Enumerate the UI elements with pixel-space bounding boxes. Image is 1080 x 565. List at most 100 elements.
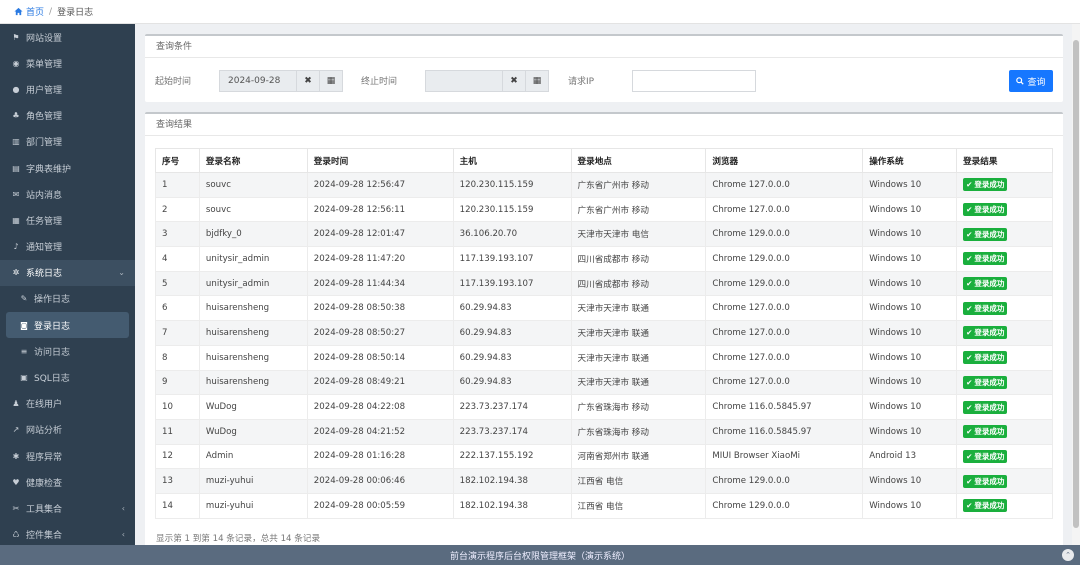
start-time-input[interactable]: 2024-09-28 (220, 76, 296, 86)
table-cell: Windows 10 (862, 344, 958, 371)
table-cell: Windows 10 (862, 394, 958, 420)
table-cell: 四川省成都市 移动 (570, 270, 707, 297)
table-cell: ✔ 登录成功 (956, 492, 1053, 519)
clear-start-icon[interactable]: ✖ (296, 71, 319, 91)
request-ip-label: 请求IP (568, 77, 595, 87)
sidebar-item-18[interactable]: ✂ 工具集合 ‹ (0, 495, 135, 521)
table-cell: 天津市天津市 联通 (570, 295, 707, 322)
sidebar-item-11[interactable]: ◙ 登录日志 (6, 312, 129, 339)
table-cell: 天津市天津市 联通 (570, 369, 707, 396)
table-cell: 广东省广州市 移动 (570, 196, 707, 223)
sidebar-item-9[interactable]: ✲ 系统日志 ⌄ (0, 259, 135, 286)
table-cell: 天津市天津市 电信 (570, 221, 707, 248)
sidebar-item-14[interactable]: ♟ 在线用户 (0, 391, 135, 417)
table-cell: souvc (198, 196, 308, 223)
table-cell: ✔ 登录成功 (956, 270, 1053, 297)
table-cell: Windows 10 (862, 221, 958, 248)
sidebar-item-1[interactable]: ◉ 菜单管理 (0, 50, 135, 76)
table-cell: 河南省郑州市 联通 (570, 443, 707, 470)
search-button-label: 查询 (1027, 77, 1046, 88)
cogs-icon: ✲ (12, 268, 20, 278)
check-icon: ✔ (966, 205, 973, 215)
table-cell: WuDog (198, 394, 308, 420)
sidebar-item-7[interactable]: ▦ 任务管理 (0, 207, 135, 233)
sidebar-item-label: 访问日志 (34, 347, 71, 358)
sidebar-item-19[interactable]: ♺ 控件集合 ‹ (0, 522, 135, 545)
table-cell: 广东省广州市 移动 (570, 172, 707, 198)
scrollbar-thumb[interactable] (1073, 40, 1079, 528)
table-cell: 2024-09-28 11:44:34 (306, 270, 454, 297)
sidebar-item-15[interactable]: ↗ 网站分析 (0, 417, 135, 443)
column-header[interactable]: 登录地点 (570, 148, 707, 173)
breadcrumb-home[interactable]: 首页 (14, 5, 44, 18)
table-cell: ✔ 登录成功 (956, 246, 1053, 272)
table-cell: Chrome 127.0.0.0 (705, 295, 864, 322)
table-cell: 36.106.20.70 (452, 221, 572, 248)
bank-icon: ▥ (12, 137, 20, 147)
column-header[interactable]: 序号 (155, 148, 200, 173)
table-cell: 120.230.115.159 (452, 196, 572, 223)
tasks-icon: ▦ (12, 215, 20, 225)
table-cell: 2024-09-28 04:21:52 (306, 418, 454, 445)
status-badge-label: 登录成功 (974, 279, 1005, 289)
table-cell: Chrome 129.0.0.0 (705, 468, 864, 494)
search-button[interactable]: 查询 (1009, 70, 1053, 92)
table-cell: 1 (155, 172, 200, 198)
status-badge: ✔ 登录成功 (963, 326, 1008, 340)
sidebar-item-16[interactable]: ✱ 程序异常 (0, 443, 135, 469)
sidebar-item-8[interactable]: ♪ 通知管理 (0, 234, 135, 260)
status-badge: ✔ 登录成功 (963, 351, 1008, 365)
widget-icon: ♺ (12, 530, 20, 540)
sidebar-item-label: 任务管理 (26, 216, 63, 227)
table-cell: Chrome 127.0.0.0 (705, 320, 864, 346)
sidebar-item-label: 登录日志 (34, 321, 71, 332)
status-badge-label: 登录成功 (974, 303, 1005, 313)
table-cell: 2024-09-28 00:05:59 (306, 492, 454, 519)
sidebar-item-17[interactable]: ♥ 健康检查 (0, 469, 135, 495)
status-badge-label: 登录成功 (974, 353, 1005, 363)
sidebar-item-13[interactable]: ▣ SQL日志 (0, 364, 135, 390)
sidebar-item-12[interactable]: ≡ 访问日志 (0, 338, 135, 364)
column-header[interactable]: 登录结果 (956, 148, 1053, 173)
sidebar: ⚑ 网站设置 ◉ 菜单管理 ● 用户管理 ♣ 角色管理 ▥ 部门管理 ▤ 字典表维护 ✉ 站内消息 ▦ 任务管… (0, 24, 135, 545)
check-icon: ✔ (966, 229, 973, 239)
table-cell: 2024-09-28 12:56:11 (306, 196, 454, 223)
sidebar-item-label: 工具集合 (26, 504, 63, 515)
clear-end-icon[interactable]: ✖ (502, 71, 525, 91)
request-ip-input[interactable] (632, 70, 756, 92)
table-cell: 2 (155, 196, 200, 223)
flag-icon: ⚑ (12, 32, 20, 42)
scroll-top-icon[interactable]: ⌃ (1062, 549, 1074, 561)
table-cell: Windows 10 (862, 196, 958, 223)
pagination-summary: 显示第 1 到第 14 条记录，总共 14 条记录 (156, 534, 321, 544)
check-icon: ✔ (966, 353, 973, 363)
sidebar-item-3[interactable]: ♣ 角色管理 (0, 103, 135, 129)
table-cell: 3 (155, 221, 200, 248)
status-badge: ✔ 登录成功 (963, 227, 1008, 241)
column-header[interactable]: 登录时间 (306, 148, 454, 173)
sidebar-item-label: 通知管理 (26, 243, 63, 254)
column-header[interactable]: 登录名称 (198, 148, 308, 173)
start-time-label: 起始时间 (155, 77, 192, 87)
check-icon: ✔ (966, 476, 973, 486)
column-header[interactable]: 浏览器 (705, 148, 864, 173)
table-cell: 120.230.115.159 (452, 172, 572, 198)
status-badge-label: 登录成功 (974, 328, 1005, 338)
sidebar-item-4[interactable]: ▥ 部门管理 (0, 129, 135, 155)
sidebar-item-5[interactable]: ▤ 字典表维护 (0, 155, 135, 181)
status-badge: ✔ 登录成功 (963, 474, 1008, 488)
sidebar-item-2[interactable]: ● 用户管理 (0, 76, 135, 102)
sidebar-item-6[interactable]: ✉ 站内消息 (0, 181, 135, 207)
status-badge-label: 登录成功 (974, 377, 1005, 387)
column-header[interactable]: 主机 (452, 148, 572, 173)
calendar-start-icon[interactable]: ▦ (319, 71, 342, 91)
calendar-end-icon[interactable]: ▦ (525, 71, 548, 91)
sidebar-item-10[interactable]: ✎ 操作日志 (0, 286, 135, 312)
table-cell: muzi-yuhui (198, 468, 308, 494)
sidebar-item-0[interactable]: ⚑ 网站设置 (0, 24, 135, 50)
column-header[interactable]: 操作系统 (862, 148, 958, 173)
table-cell: 182.102.194.38 (452, 492, 572, 519)
page-scrollbar[interactable] (1072, 24, 1080, 545)
sidebar-item-label: 在线用户 (26, 400, 63, 411)
table-cell: ✔ 登录成功 (956, 418, 1053, 445)
